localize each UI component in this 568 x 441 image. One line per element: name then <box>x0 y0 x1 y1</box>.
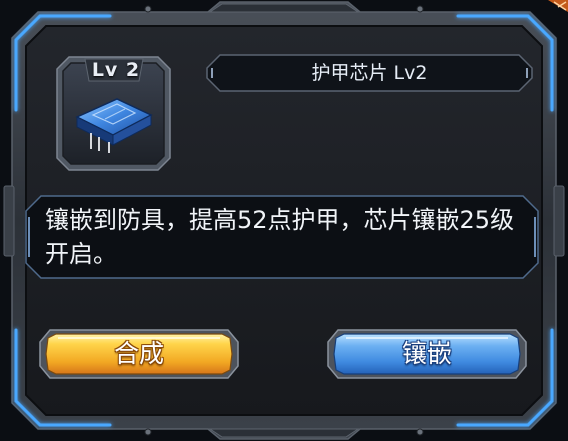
inlay-label: 镶嵌 <box>401 339 452 368</box>
item-title-bar: 护甲芯片 Lv2 <box>206 54 533 92</box>
synthesize-button[interactable]: 合成 <box>36 326 242 382</box>
item-title: 护甲芯片 Lv2 <box>311 62 428 84</box>
chip-detail-panel: Lv 2 护甲芯片 Lv2 镶嵌到防具，提高52点护甲，芯片镶嵌25级开启。 合… <box>0 0 568 441</box>
inlay-button[interactable]: 镶嵌 <box>324 326 530 382</box>
item-description: 镶嵌到防具，提高52点护甲，芯片镶嵌25级开启。 <box>45 206 515 268</box>
level-badge: Lv 2 <box>91 59 141 81</box>
description-box: 镶嵌到防具，提高52点护甲，芯片镶嵌25级开启。 <box>25 195 539 279</box>
synthesize-label: 合成 <box>113 339 164 368</box>
